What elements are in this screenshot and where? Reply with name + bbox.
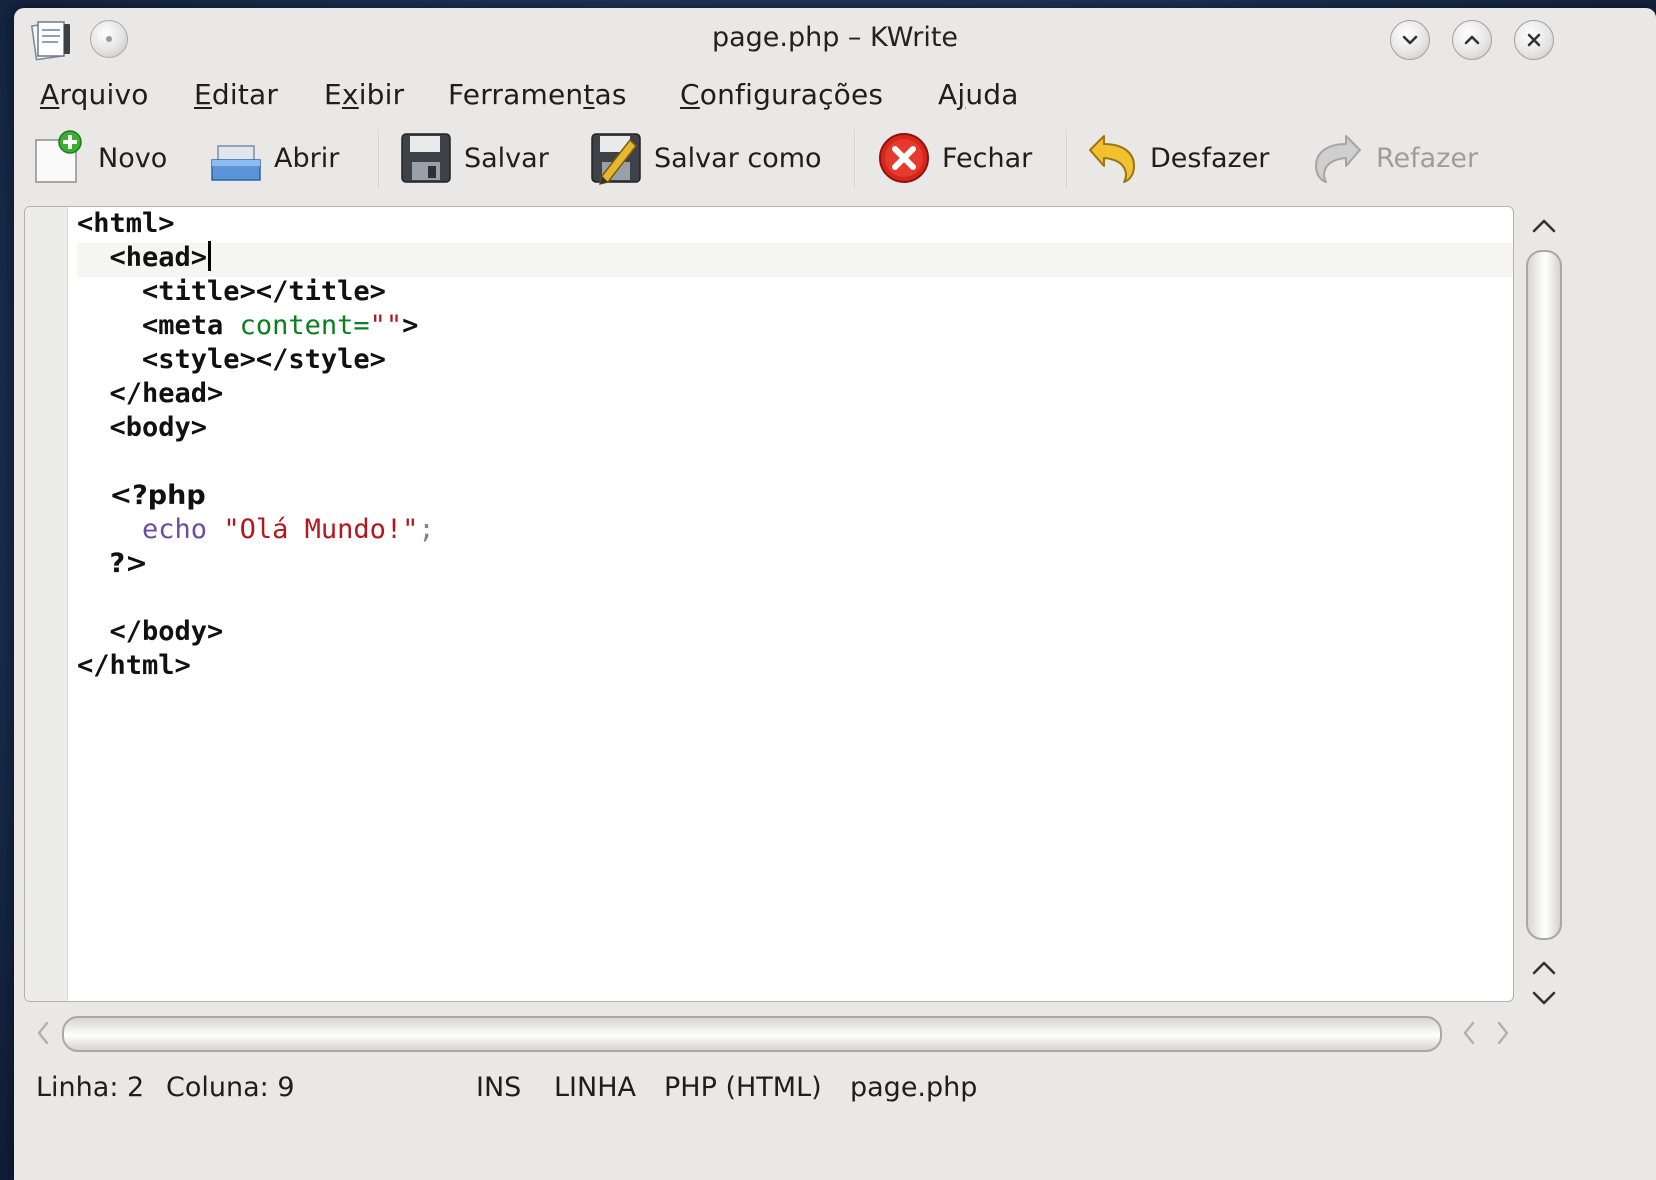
menu-ajuda[interactable]: Ajuda [938, 78, 1019, 111]
horizontal-scrollbar[interactable] [24, 1008, 1624, 1058]
chevron-up-icon [1464, 35, 1480, 45]
status-column: Coluna: 9 [166, 1072, 295, 1103]
status-selection-mode[interactable]: LINHA [554, 1072, 636, 1103]
status-filename: page.php [850, 1072, 978, 1103]
menu-bar: Arquivo Editar Exibir Ferramentas Config… [14, 74, 1656, 118]
toolbar-separator [854, 130, 856, 188]
code-line[interactable]: </body> [77, 615, 1513, 649]
open-folder-icon [211, 145, 261, 181]
code-line[interactable] [77, 581, 1513, 615]
close-icon [1527, 33, 1541, 47]
vertical-scroll-thumb[interactable] [1526, 250, 1562, 940]
code-line[interactable]: <style></style> [77, 343, 1513, 377]
code-line[interactable]: ?> [77, 547, 1513, 581]
chevron-left-icon [37, 1021, 49, 1045]
save-button[interactable]: Salvar [398, 120, 549, 196]
minimize-button[interactable] [1390, 20, 1430, 60]
kwrite-window: page.php – KWrite Arquivo Editar Exibir … [14, 8, 1656, 1180]
text-cursor [208, 241, 212, 271]
menu-editar[interactable]: Editar [194, 78, 278, 111]
menu-exibir[interactable]: Exibir [324, 78, 404, 111]
code-line[interactable] [77, 445, 1513, 479]
chevron-down-icon [1402, 35, 1418, 45]
redo-icon [1315, 135, 1361, 183]
open-button[interactable]: Abrir [208, 120, 339, 196]
code-area[interactable]: <html> <head> <title></title> <meta cont… [77, 207, 1513, 683]
horizontal-scroll-thumb[interactable] [62, 1016, 1442, 1052]
code-line[interactable]: <title></title> [77, 275, 1513, 309]
code-line[interactable]: <?php [77, 479, 1513, 513]
close-window-button[interactable] [1514, 20, 1554, 60]
menu-configuracoes[interactable]: Configurações [680, 78, 883, 111]
scroll-up-button[interactable] [1514, 208, 1574, 244]
close-document-button-label: Fechar [942, 142, 1033, 174]
code-line[interactable]: <head> [77, 241, 1513, 275]
main-toolbar: Novo Abrir Salvar Salvar como Fechar Des… [14, 120, 1656, 196]
close-document-icon [879, 133, 929, 183]
undo-button[interactable]: Desfazer [1084, 120, 1269, 196]
status-insert-mode[interactable]: INS [476, 1072, 521, 1103]
new-button[interactable]: Novo [32, 120, 167, 196]
redo-button-label: Refazer [1376, 142, 1479, 174]
code-line[interactable]: <meta content=""> [77, 309, 1513, 343]
editor-gutter [25, 207, 68, 1001]
maximize-button[interactable] [1452, 20, 1492, 60]
floppy-disk-icon [401, 133, 451, 183]
chevron-up-icon [1532, 961, 1556, 975]
menu-ferramentas[interactable]: Ferramentas [448, 78, 627, 111]
scroll-right-button[interactable] [1488, 1016, 1518, 1050]
scroll-left-button-right[interactable] [1454, 1016, 1484, 1050]
chevron-right-icon [1497, 1021, 1509, 1045]
chevron-up-icon [1532, 219, 1556, 233]
undo-button-label: Desfazer [1150, 142, 1270, 174]
save-as-button-label: Salvar como [654, 142, 822, 174]
open-button-label: Abrir [274, 142, 340, 174]
undo-icon [1089, 135, 1135, 183]
new-button-label: Novo [98, 142, 168, 174]
code-line[interactable]: </head> [77, 377, 1513, 411]
code-line[interactable]: echo "Olá Mundo!"; [77, 513, 1513, 547]
save-as-button[interactable]: Salvar como [588, 120, 822, 196]
toolbar-separator [378, 130, 380, 188]
toolbar-separator [1066, 130, 1068, 188]
new-document-icon [35, 130, 82, 183]
redo-button[interactable]: Refazer [1310, 120, 1478, 196]
vertical-scrollbar[interactable] [1514, 206, 1574, 1006]
scroll-left-button[interactable] [28, 1016, 58, 1050]
save-as-icon [591, 133, 641, 186]
code-line[interactable]: <body> [77, 411, 1513, 445]
text-editor[interactable]: <html> <head> <title></title> <meta cont… [24, 206, 1514, 1002]
status-bar: Linha: 2 Coluna: 9 INS LINHA PHP (HTML) … [14, 1064, 1656, 1114]
save-button-label: Salvar [464, 142, 549, 174]
status-line: Linha: 2 [36, 1072, 145, 1103]
status-syntax-mode[interactable]: PHP (HTML) [664, 1072, 822, 1103]
chevron-left-icon [1463, 1021, 1475, 1045]
code-line[interactable]: <html> [77, 207, 1513, 241]
code-line[interactable]: </html> [77, 649, 1513, 683]
close-document-button[interactable]: Fechar [876, 120, 1032, 196]
chevron-down-icon [1532, 991, 1556, 1005]
menu-arquivo[interactable]: Arquivo [40, 78, 149, 111]
title-bar[interactable]: page.php – KWrite [14, 8, 1656, 70]
